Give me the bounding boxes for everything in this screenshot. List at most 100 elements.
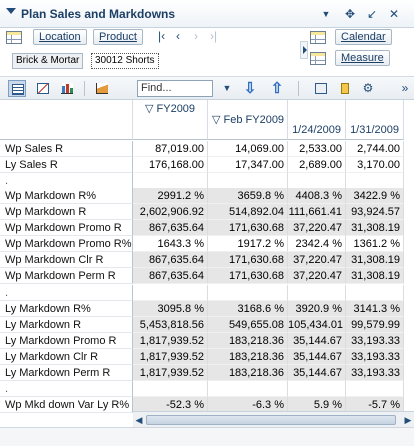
measure-button[interactable]: Measure — [335, 50, 390, 66]
find-dropdown-icon[interactable]: ▼ — [218, 80, 236, 97]
table-cell[interactable]: 14,069.00 — [208, 141, 288, 157]
table-cell[interactable] — [133, 381, 208, 397]
row-label[interactable]: Wp Markdown Perm R — [0, 268, 133, 284]
settings-icon[interactable]: ⚙ — [359, 80, 377, 97]
table-cell[interactable]: 35,144.67 — [288, 333, 346, 349]
row-label[interactable]: Wp Markdown Promo R% — [0, 236, 133, 252]
row-label[interactable]: . — [0, 173, 133, 189]
row-label[interactable]: Ly Markdown R% — [0, 301, 133, 317]
table-cell[interactable] — [208, 381, 288, 397]
move-icon[interactable]: ✥ — [342, 6, 358, 22]
scroll-left-icon[interactable]: ◀ — [133, 413, 145, 427]
grid-view-button[interactable] — [8, 80, 26, 97]
column-header[interactable]: ▽ FY2009 — [133, 100, 208, 140]
row-label[interactable]: Wp Mkd down Var Ly R% — [0, 397, 133, 413]
find-input[interactable]: Find... — [137, 80, 213, 97]
table-cell[interactable]: 2991.2 % — [133, 188, 208, 204]
table-cell[interactable]: 3,170.00 — [346, 157, 404, 173]
table-cell[interactable]: 1917.2 % — [208, 236, 288, 252]
table-cell[interactable]: 514,892.04 — [208, 204, 288, 220]
table-cell[interactable]: 3659.8 % — [208, 188, 288, 204]
table-cell[interactable]: 1,817,939.52 — [133, 333, 208, 349]
table-cell[interactable]: 37,220.47 — [288, 252, 346, 268]
table-cell[interactable]: 176,168.00 — [133, 157, 208, 173]
up-arrow-icon[interactable]: ⇧ — [268, 80, 286, 97]
close-icon[interactable]: ✕ — [386, 6, 402, 22]
row-label[interactable]: Ly Markdown Promo R — [0, 333, 133, 349]
table-cell[interactable]: 35,144.67 — [288, 365, 346, 381]
table-cell[interactable]: 2342.4 % — [288, 236, 346, 252]
scroll-thumb[interactable] — [146, 415, 396, 425]
table-cell[interactable]: 171,630.68 — [208, 220, 288, 236]
table-cell[interactable]: 31,308.19 — [346, 252, 404, 268]
row-label[interactable]: Ly Markdown R — [0, 317, 133, 333]
location-button[interactable]: Location — [33, 29, 87, 45]
table-cell[interactable]: 183,218.36 — [208, 333, 288, 349]
table-cell[interactable] — [208, 285, 288, 301]
table-cell[interactable]: 3920.9 % — [288, 301, 346, 317]
table-cell[interactable]: 3095.8 % — [133, 301, 208, 317]
table-cell[interactable] — [288, 381, 346, 397]
column-header[interactable]: 1/31/2009 — [346, 100, 404, 140]
table-cell[interactable]: 3168.6 % — [208, 301, 288, 317]
table-cell[interactable]: 1,817,939.52 — [133, 365, 208, 381]
row-label[interactable]: Wp Markdown R% — [0, 188, 133, 204]
table-cell[interactable]: 3141.3 % — [346, 301, 404, 317]
table-cell[interactable]: 31,308.19 — [346, 220, 404, 236]
row-label[interactable]: . — [0, 285, 133, 301]
more-tools-icon[interactable]: » — [396, 80, 414, 97]
pane-splitter[interactable] — [300, 41, 308, 59]
menu-dropdown-icon[interactable]: ▼ — [318, 6, 334, 22]
table-cell[interactable]: 171,630.68 — [208, 252, 288, 268]
row-label[interactable]: Ly Markdown Perm R — [0, 365, 133, 381]
table-cell[interactable]: 1643.3 % — [133, 236, 208, 252]
table-cell[interactable]: 867,635.64 — [133, 220, 208, 236]
table-cell[interactable]: 111,661.41 — [288, 204, 346, 220]
row-label[interactable]: Wp Markdown Clr R — [0, 252, 133, 268]
table-cell[interactable]: 105,434.01 — [288, 317, 346, 333]
table-cell[interactable]: 93,924.57 — [346, 204, 404, 220]
table-cell[interactable]: 4408.3 % — [288, 188, 346, 204]
column-header[interactable]: 1/24/2009 — [288, 100, 346, 140]
table-cell[interactable]: 2,533.00 — [288, 141, 346, 157]
row-label[interactable]: Wp Sales R — [0, 141, 133, 157]
row-label[interactable]: . — [0, 381, 133, 397]
previous-icon[interactable]: ‹ — [176, 29, 180, 43]
breadcrumb-shorts[interactable]: 30012 Shorts — [91, 53, 159, 69]
table-cell[interactable]: 99,579.99 — [346, 317, 404, 333]
first-page-icon[interactable]: |‹ — [158, 29, 165, 43]
product-button[interactable]: Product — [93, 29, 143, 45]
table-cell[interactable]: 183,218.36 — [208, 365, 288, 381]
table-cell[interactable] — [208, 173, 288, 189]
table-cell[interactable] — [346, 381, 404, 397]
column-header[interactable]: ▽ Feb FY2009 — [208, 100, 288, 140]
table-cell[interactable]: 33,193.33 — [346, 365, 404, 381]
area-chart-button[interactable] — [93, 80, 111, 97]
table-cell[interactable] — [288, 173, 346, 189]
row-label[interactable]: Wp Markdown Promo R — [0, 220, 133, 236]
table-cell[interactable]: 33,193.33 — [346, 333, 404, 349]
table-cell[interactable]: 183,218.36 — [208, 349, 288, 365]
table-cell[interactable] — [133, 285, 208, 301]
table-cell[interactable]: 2,744.00 — [346, 141, 404, 157]
export-button[interactable] — [312, 80, 330, 97]
table-cell[interactable]: 549,655.08 — [208, 317, 288, 333]
horizontal-scrollbar[interactable]: ◀ ▶ — [133, 411, 414, 427]
calendar-button[interactable]: Calendar — [335, 29, 392, 45]
collapse-icon[interactable] — [6, 8, 16, 14]
table-cell[interactable]: 867,635.64 — [133, 268, 208, 284]
table-cell[interactable]: 33,193.33 — [346, 349, 404, 365]
table-cell[interactable]: 171,630.68 — [208, 268, 288, 284]
table-cell[interactable]: 2,602,906.92 — [133, 204, 208, 220]
down-arrow-icon[interactable]: ⇩ — [241, 80, 259, 97]
table-cell[interactable] — [346, 173, 404, 189]
row-label[interactable]: Wp Markdown R — [0, 204, 133, 220]
table-cell[interactable]: 2,689.00 — [288, 157, 346, 173]
table-cell[interactable]: 5,453,818.56 — [133, 317, 208, 333]
table-cell[interactable]: 1,817,939.52 — [133, 349, 208, 365]
row-label[interactable]: Ly Sales R — [0, 157, 133, 173]
scroll-right-icon[interactable]: ▶ — [402, 413, 414, 427]
breadcrumb-brick-mortar[interactable]: Brick & Mortar — [12, 53, 84, 69]
table-cell[interactable]: 37,220.47 — [288, 220, 346, 236]
chart-view-button[interactable] — [34, 80, 52, 97]
